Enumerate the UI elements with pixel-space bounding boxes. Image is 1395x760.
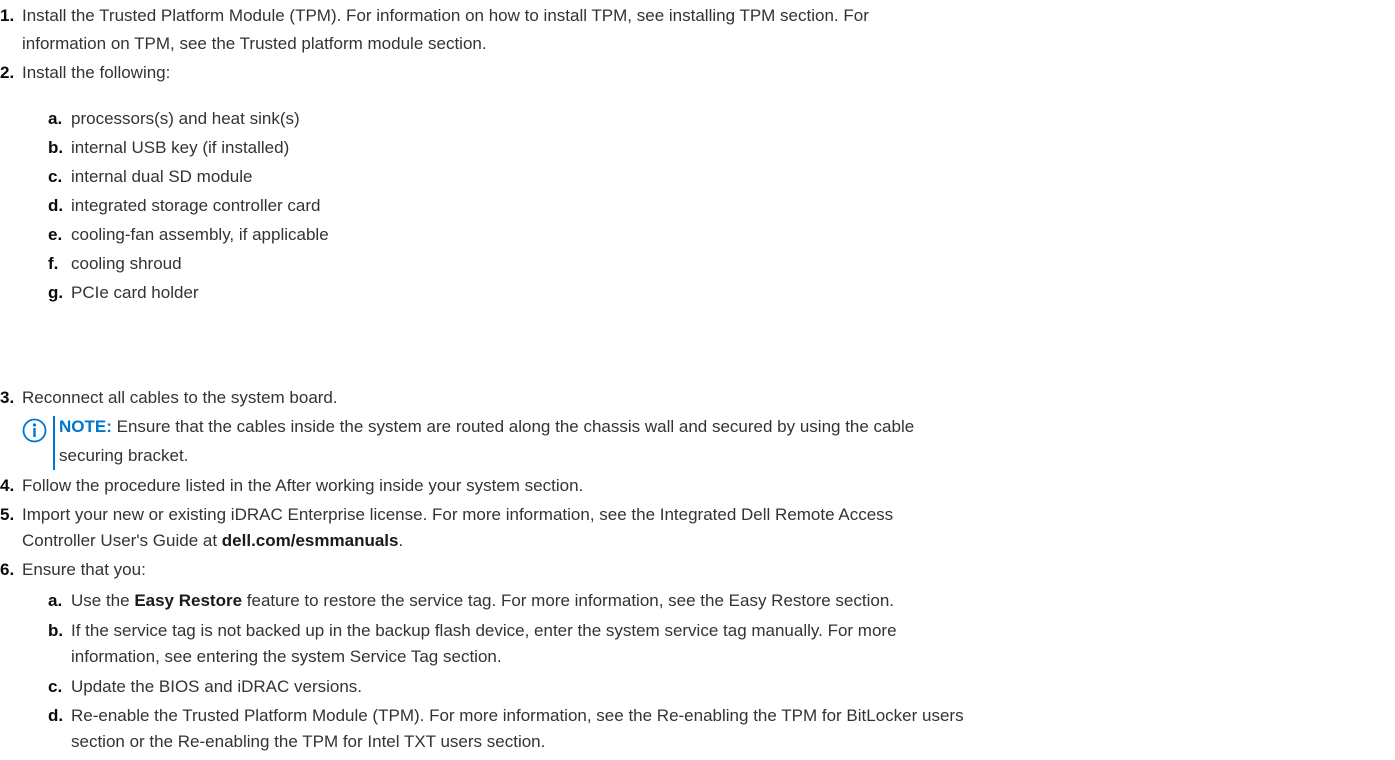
- substep-prefix: Use the: [71, 591, 135, 610]
- step-text: Ensure that you:: [22, 560, 146, 579]
- substep-letter: c.: [48, 677, 63, 696]
- substep-text: PCIe card holder: [71, 283, 199, 302]
- step-text: information on TPM, see the Trusted plat…: [22, 34, 487, 53]
- substep-text: processors(s) and heat sink(s): [71, 109, 300, 128]
- substep-text: Use the Easy Restore feature to restore …: [71, 589, 894, 613]
- substep-letter: d.: [48, 196, 64, 215]
- substep-text: section or the Re-enabling the TPM for I…: [71, 732, 546, 751]
- note-label: NOTE:: [59, 417, 112, 436]
- substep-text: Update the BIOS and iDRAC versions.: [71, 677, 363, 696]
- step-number: 6.: [0, 560, 15, 579]
- substep-text: cooling-fan assembly, if applicable: [71, 225, 329, 244]
- substep-letter: b.: [48, 138, 64, 157]
- document-page: 1. Install the Trusted Platform Module (…: [0, 0, 1395, 760]
- step-text: Reconnect all cables to the system board…: [22, 388, 338, 407]
- note-text-line-2: securing bracket.: [59, 444, 188, 468]
- substep-letter: c.: [48, 167, 63, 186]
- substep-suffix: feature to restore the service tag. For …: [242, 591, 895, 610]
- step-text-suffix: .: [398, 531, 404, 550]
- substep-letter: d.: [48, 706, 64, 725]
- substep-letter: e.: [48, 225, 63, 244]
- substep-text: integrated storage controller card: [71, 196, 321, 215]
- note-text: Ensure that the cables inside the system…: [111, 417, 915, 436]
- easy-restore-term: Easy Restore: [134, 591, 243, 610]
- substep-text: cooling shroud: [71, 254, 182, 273]
- substep-text: information, see entering the system Ser…: [71, 647, 502, 666]
- step-text: Follow the procedure listed in the After…: [22, 476, 584, 495]
- manuals-link[interactable]: dell.com/esmmanuals: [222, 531, 399, 550]
- note-text: securing bracket.: [59, 446, 189, 465]
- substep-letter: g.: [48, 283, 64, 302]
- step-text: Install the Trusted Platform Module (TPM…: [22, 6, 869, 25]
- note-divider: [53, 416, 55, 470]
- step-number: 1.: [0, 6, 15, 25]
- substep-letter: b.: [48, 621, 64, 640]
- substep-letter: f.: [48, 254, 59, 273]
- substep-text: Re-enable the Trusted Platform Module (T…: [71, 706, 964, 725]
- step-number: 4.: [0, 476, 15, 495]
- substep-letter: a.: [48, 591, 63, 610]
- step-number: 3.: [0, 388, 15, 407]
- substep-letter: a.: [48, 109, 63, 128]
- step-text-prefix: Controller User's Guide at: [22, 531, 222, 550]
- substep-text: internal USB key (if installed): [71, 138, 290, 157]
- step-number: 5.: [0, 505, 15, 524]
- step-number: 2.: [0, 63, 15, 82]
- step-text: Controller User's Guide at dell.com/esmm…: [22, 529, 403, 553]
- info-icon: [22, 418, 47, 443]
- step-text: Import your new or existing iDRAC Enterp…: [22, 505, 894, 524]
- substep-text: internal dual SD module: [71, 167, 253, 186]
- substep-text: If the service tag is not backed up in t…: [71, 621, 897, 640]
- note-text-line-1: NOTE: Ensure that the cables inside the …: [59, 415, 914, 439]
- step-text: Install the following:: [22, 63, 171, 82]
